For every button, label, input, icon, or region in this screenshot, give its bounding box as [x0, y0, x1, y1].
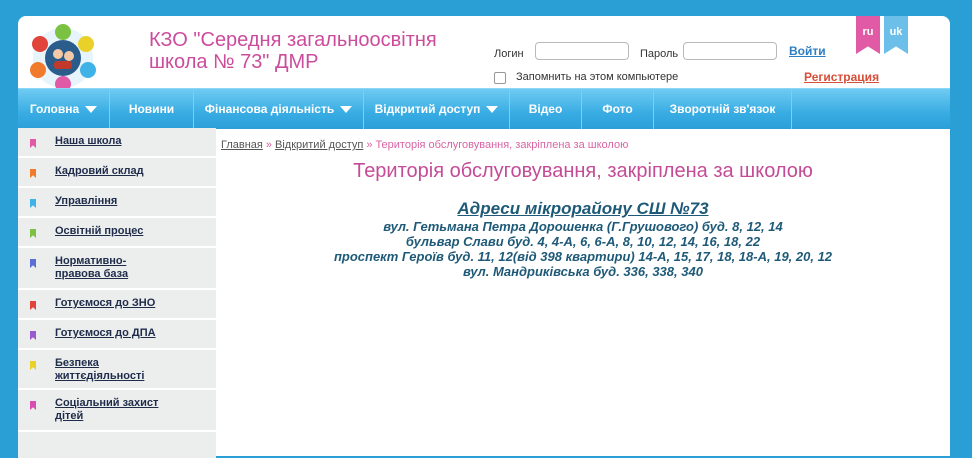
nav-open-access[interactable]: Відкритий доступ [364, 89, 510, 129]
sidebar-item-label: Кадровий склад [55, 165, 144, 177]
sidebar-item-label: Нормативно-правова база [55, 255, 129, 280]
breadcrumb-separator: » [366, 139, 373, 151]
address-line: вул. Мандриківська буд. 336, 338, 340 [463, 264, 703, 279]
sidebar-item-dpa[interactable]: Готуємося до ДПА [18, 320, 216, 350]
remember-label: Запомнить на этом компьютере [516, 71, 679, 83]
bookmark-icon [30, 259, 36, 268]
sidebar-item-education-process[interactable]: Освітній процес [18, 218, 216, 248]
sidebar-item-our-school[interactable]: Наша школа [18, 128, 216, 158]
sidebar-item-label: Готуємося до ДПА [55, 327, 156, 339]
nav-label: Відкритий доступ [374, 102, 481, 116]
nav-news[interactable]: Новини [110, 89, 194, 129]
school-logo[interactable] [28, 24, 98, 92]
breadcrumb-home[interactable]: Главная [221, 139, 263, 151]
nav-label: Зворотній зв'язок [669, 102, 776, 116]
addresses-heading: Адреси мікрорайону СШ №73 [457, 199, 709, 218]
breadcrumb: Главная» Відкритий доступ» Територія обслу… [221, 139, 628, 151]
address-line: вул. Гетьмана Петра Дорошенка (Г.Грушово… [383, 219, 783, 234]
sidebar: Наша школа Кадровий склад Управління Осв… [18, 128, 216, 458]
bookmark-icon [30, 401, 36, 410]
lang-ru-flag[interactable]: ru [856, 16, 880, 54]
sidebar-item-social-protection[interactable]: Соціальний захист дітей [18, 390, 216, 432]
sidebar-item-label: Управління [55, 195, 118, 207]
chevron-down-icon [85, 106, 98, 114]
sidebar-item-staff[interactable]: Кадровий склад [18, 158, 216, 188]
breadcrumb-separator: » [265, 139, 272, 151]
nav-photo[interactable]: Фото [582, 89, 654, 129]
nav-finance[interactable]: Фінансова діяльність [194, 89, 364, 129]
breadcrumb-current: Територія обслуговування, закріплена за … [375, 139, 629, 151]
login-label: Логин [494, 48, 524, 60]
sidebar-item-zno[interactable]: Готуємося до ЗНО [18, 290, 216, 320]
main-nav: Головна Новини Фінансова діяльність Відк… [18, 88, 950, 129]
login-input[interactable] [535, 42, 629, 60]
nav-video[interactable]: Відео [510, 89, 582, 129]
chevron-down-icon [340, 106, 353, 114]
page-title: Територія обслуговування, закріплена за … [353, 160, 813, 182]
bookmark-icon [30, 331, 36, 340]
register-link[interactable]: Регистрация [804, 70, 879, 84]
breadcrumb-section[interactable]: Відкритий доступ [275, 139, 363, 151]
nav-label: Новини [128, 102, 175, 116]
addresses-block: Адреси мікрорайону СШ №73 вул. Гетьмана … [216, 199, 950, 279]
nav-label: Відео [528, 102, 563, 116]
sidebar-item-label: Наша школа [55, 135, 122, 147]
nav-home[interactable]: Головна [18, 89, 110, 129]
address-line: бульвар Слави буд. 4, 4-А, 6, 6-А, 8, 10… [405, 234, 761, 249]
bookmark-icon [30, 229, 36, 238]
page-container: КЗО "Середня загальноосвітня школа № 73"… [18, 16, 950, 458]
nav-label: Фінансова діяльність [204, 102, 335, 116]
site-title: КЗО "Середня загальноосвітня школа № 73"… [149, 29, 437, 73]
chevron-down-icon [486, 106, 499, 114]
address-line: проспект Героїв буд. 11, 12(від 398 квар… [333, 249, 833, 264]
remember-checkbox[interactable] [494, 72, 506, 84]
bookmark-icon [30, 199, 36, 208]
sidebar-item-label: Соціальний захист дітей [55, 397, 159, 422]
sidebar-item-management[interactable]: Управління [18, 188, 216, 218]
nav-label: Головна [29, 102, 80, 116]
bookmark-icon [30, 361, 36, 370]
nav-feedback[interactable]: Зворотній зв'язок [654, 89, 792, 129]
bookmark-icon [30, 169, 36, 178]
nav-label: Фото [602, 102, 633, 116]
sidebar-item-safety[interactable]: Безпека життєдіяльності [18, 350, 216, 390]
password-input[interactable] [683, 42, 777, 60]
sidebar-item-label: Освітній процес [55, 225, 144, 237]
lang-uk-flag[interactable]: uk [884, 16, 908, 54]
sidebar-item-label: Безпека життєдіяльності [55, 357, 145, 382]
sidebar-item-legal-base[interactable]: Нормативно-правова база [18, 248, 216, 290]
login-button[interactable]: Войти [789, 44, 826, 58]
bookmark-icon [30, 301, 36, 310]
bookmark-icon [30, 139, 36, 148]
sidebar-item-label: Готуємося до ЗНО [55, 297, 156, 309]
password-label: Пароль [640, 48, 679, 60]
